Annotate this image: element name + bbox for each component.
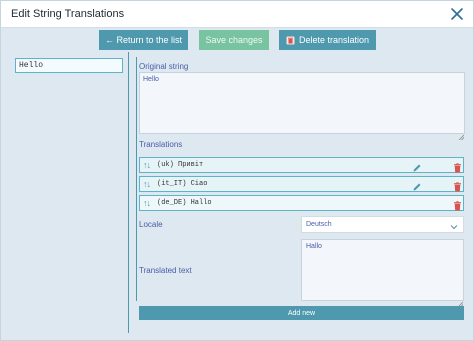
strings-list-panel: Hello <box>9 52 129 333</box>
dialog-title: Edit String Translations <box>11 8 125 20</box>
chevron-down-icon <box>450 221 458 230</box>
return-button-label: ← Return to the list <box>104 35 183 45</box>
add-new-button[interactable]: Add new <box>139 306 464 320</box>
trash-icon[interactable] <box>453 160 462 173</box>
delete-translation-button[interactable]: Delete translation <box>279 30 376 50</box>
resize-grip-icon[interactable] <box>458 127 465 141</box>
original-string-label: Original string <box>139 62 189 71</box>
close-icon[interactable] <box>449 6 465 22</box>
string-list-item[interactable]: Hello <box>15 58 123 73</box>
translation-row-text: (uk) Привіт <box>157 161 204 169</box>
translation-row-text: (it_IT) Ciao <box>157 180 208 188</box>
content-divider <box>136 57 137 301</box>
sort-arrows-icon[interactable]: ↑↓ <box>143 178 151 190</box>
trash-icon[interactable] <box>453 179 462 192</box>
translations-label: Translations <box>139 140 183 149</box>
save-button-label: Save changes <box>205 35 263 45</box>
trash-icon <box>286 36 295 45</box>
resize-grip-icon[interactable] <box>457 294 464 308</box>
add-new-label: Add new <box>287 309 316 317</box>
translated-text-field[interactable]: Hallo <box>301 239 464 301</box>
translation-row[interactable]: ↑↓ (de_DE) Hallo <box>139 195 464 211</box>
delete-button-label: Delete translation <box>298 35 370 45</box>
translated-text-label: Translated text <box>139 266 192 275</box>
dialog-titlebar: Edit String Translations <box>1 1 473 28</box>
translation-row[interactable]: ↑↓ (uk) Привіт <box>139 157 464 173</box>
pencil-icon[interactable] <box>412 160 422 172</box>
return-to-list-button[interactable]: ← Return to the list <box>99 30 188 50</box>
locale-label: Locale <box>139 220 163 229</box>
pencil-icon[interactable] <box>412 179 422 191</box>
translation-row[interactable]: ↑↓ (it_IT) Ciao <box>139 176 464 192</box>
trash-icon[interactable] <box>453 198 462 211</box>
original-string-field[interactable]: Hello <box>139 72 465 134</box>
translation-row-text: (de_DE) Hallo <box>157 199 212 207</box>
save-changes-button[interactable]: Save changes <box>199 30 269 50</box>
locale-selected-value: Deutsch <box>306 221 332 228</box>
locale-select[interactable]: Deutsch <box>301 216 464 233</box>
sort-arrows-icon[interactable]: ↑↓ <box>143 197 151 209</box>
edit-translations-dialog: Edit String Translations ← Return to the… <box>0 0 474 341</box>
sort-arrows-icon[interactable]: ↑↓ <box>143 159 151 171</box>
